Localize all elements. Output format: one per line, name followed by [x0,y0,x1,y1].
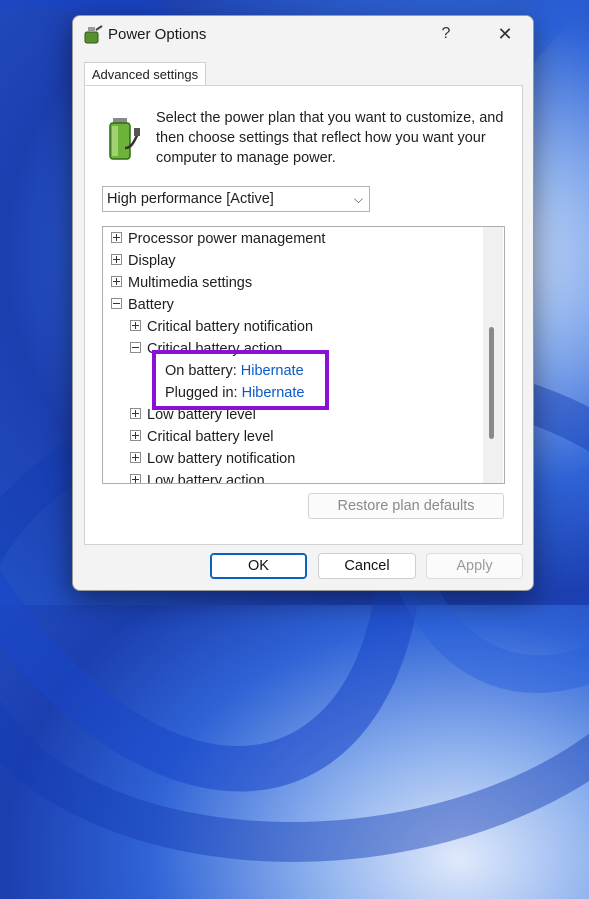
setting-value-link[interactable]: Hibernate [241,363,304,379]
expand-icon[interactable] [111,232,122,244]
setting-label: On battery: [165,363,237,379]
setting-on-battery[interactable]: On battery: Hibernate [165,360,304,382]
setting-value-link[interactable]: Hibernate [242,385,305,401]
expand-icon[interactable] [111,276,122,288]
help-button[interactable]: ? [429,19,463,49]
collapse-icon[interactable] [130,342,141,354]
tree-item-label: Critical battery notification [147,319,314,335]
settings-tree[interactable]: Processor power management Display Multi… [102,226,505,484]
tree-item-label: Battery [128,297,174,313]
tree-item-label: Multimedia settings [128,275,253,291]
power-options-dialog: Power Options ? ✕ Advanced settings Sele… [72,15,534,591]
tree-item-critical-battery-action[interactable]: Critical battery action [130,338,282,360]
restore-plan-defaults-button[interactable]: Restore plan defaults [308,493,504,519]
tree-item-label: Display [128,253,176,269]
window-title: Power Options [108,26,207,43]
tree-item-label: Processor power management [128,231,326,247]
advanced-settings-panel: Select the power plan that you want to c… [84,85,523,545]
chevron-down-icon: ⌵ [353,192,363,206]
tree-item-multimedia[interactable]: Multimedia settings [111,272,252,294]
collapse-icon[interactable] [111,298,122,310]
tree-item-label: Critical battery level [147,429,274,445]
tree-item-label: Low battery level [147,407,256,423]
power-options-icon [84,25,103,44]
tree-item-low-battery-level[interactable]: Low battery level [130,404,256,426]
ok-button[interactable]: OK [210,553,307,579]
tree-item-low-battery-notification[interactable]: Low battery notification [130,448,295,470]
close-icon[interactable]: ✕ [482,19,528,49]
expand-icon[interactable] [130,474,141,483]
tree-item-label: Critical battery action [147,341,283,357]
battery-plug-icon [109,118,140,160]
expand-icon[interactable] [130,452,141,464]
expand-icon[interactable] [111,254,122,266]
scrollbar-thumb[interactable] [489,327,494,439]
setting-label: Plugged in: [165,385,238,401]
tree-item-critical-battery-level[interactable]: Critical battery level [130,426,274,448]
expand-icon[interactable] [130,430,141,442]
expand-icon[interactable] [130,408,141,420]
tree-item-label: Low battery notification [147,451,296,467]
expand-icon[interactable] [130,320,141,332]
tree-item-label: Low battery action [147,473,265,484]
power-plan-value: High performance [Active] [107,191,274,207]
tree-item-battery[interactable]: Battery [111,294,174,316]
apply-button[interactable]: Apply [426,553,523,579]
tree-item-low-battery-action[interactable]: Low battery action [130,470,265,484]
tree-item-critical-battery-notification[interactable]: Critical battery notification [130,316,313,338]
cancel-button[interactable]: Cancel [318,553,416,579]
tab-advanced-settings[interactable]: Advanced settings [84,62,206,87]
tree-item-display[interactable]: Display [111,250,176,272]
intro-text: Select the power plan that you want to c… [156,110,504,166]
setting-plugged-in[interactable]: Plugged in: Hibernate [165,382,304,404]
title-bar[interactable]: Power Options ? ✕ [73,16,533,54]
tree-item-processor[interactable]: Processor power management [111,228,325,250]
power-plan-select[interactable]: High performance [Active] ⌵ [102,186,370,212]
